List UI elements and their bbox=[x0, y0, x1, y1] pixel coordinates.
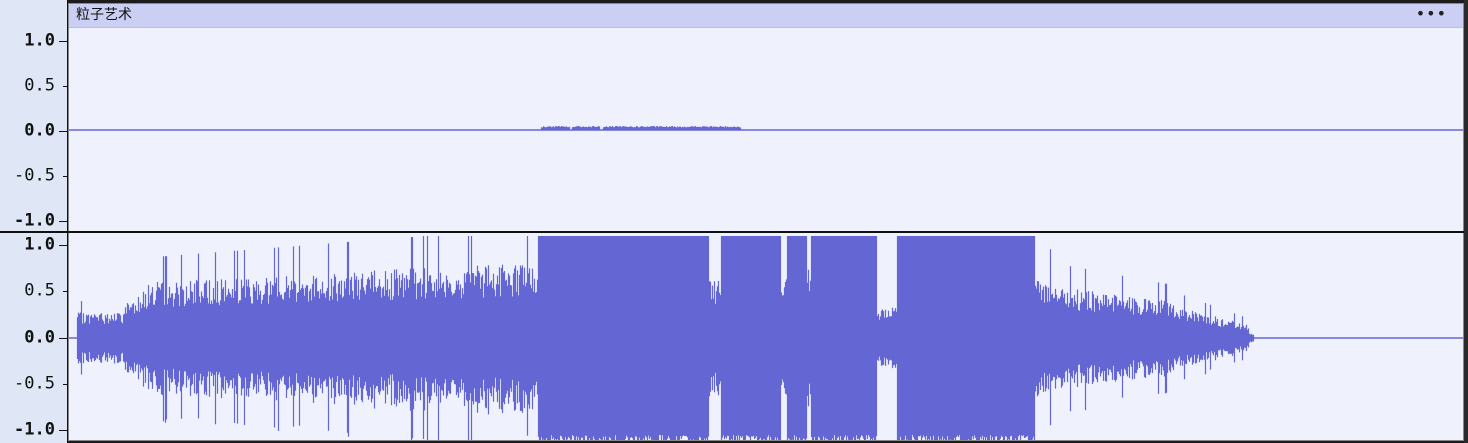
ruler-tick-mark bbox=[59, 41, 67, 42]
ruler-tick-mark bbox=[63, 86, 67, 87]
ruler-tick-mark bbox=[63, 291, 67, 292]
ruler-tick-label: 1.0 bbox=[24, 234, 55, 255]
ruler-tick-label: -0.5 bbox=[14, 165, 55, 186]
ruler-tick-mark bbox=[63, 384, 67, 385]
ruler-tick-label: -1.0 bbox=[14, 210, 55, 231]
ruler-tick-label: 0.0 bbox=[24, 327, 55, 347]
vertical-ruler[interactable]: 1.0 0.5 0.0 -0.5 -1.0 1.0 0.5 0.0 -0.5 -1.0 bbox=[0, 0, 68, 443]
waveform bbox=[69, 126, 1463, 440]
window-edge bbox=[1464, 0, 1468, 443]
audio-clip[interactable]: 粒子艺术 ••• bbox=[68, 3, 1464, 441]
ruler-tick-mark bbox=[63, 176, 67, 177]
bottom-waveform-path bbox=[76, 236, 1255, 440]
ruler-tick-mark bbox=[59, 245, 67, 246]
ruler-tick-label: -1.0 bbox=[14, 419, 55, 440]
ruler-tick-mark bbox=[59, 131, 67, 132]
ruler-tick-mark bbox=[59, 430, 67, 431]
ruler-tick-label: 1.0 bbox=[24, 30, 55, 51]
ruler-tick-mark bbox=[59, 221, 67, 222]
ruler-tick-label: -0.5 bbox=[14, 373, 55, 394]
ruler-tick-label: 0.5 bbox=[24, 75, 55, 96]
channel-divider bbox=[0, 231, 1468, 233]
ruler-tick-label: 0.5 bbox=[24, 280, 55, 301]
ruler-tick-mark bbox=[59, 338, 67, 339]
bottom-channel-waveform bbox=[76, 236, 1255, 440]
ruler-tick-label: 0.0 bbox=[24, 120, 55, 141]
